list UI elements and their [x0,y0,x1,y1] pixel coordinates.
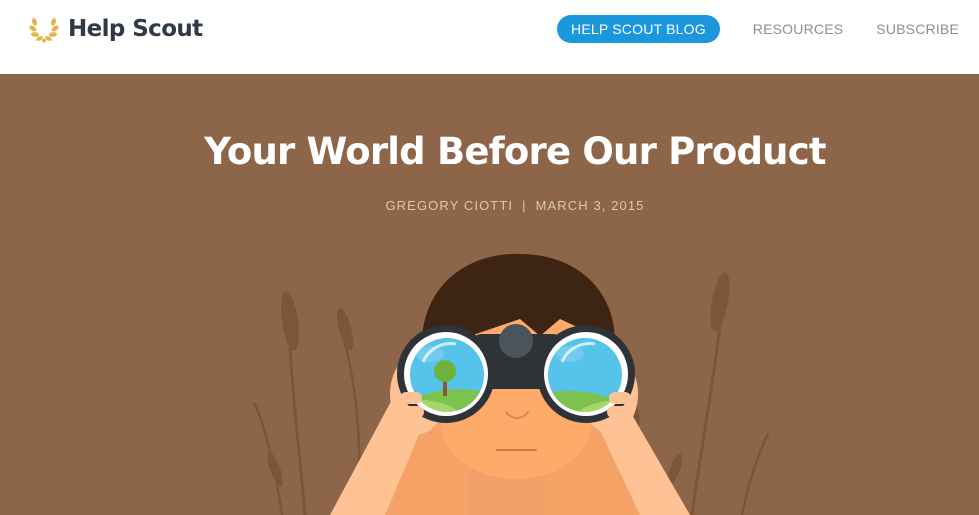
help-scout-logo[interactable]: Help Scout [28,12,203,46]
post-hero: Your World Before Our Product GREGORY CI… [0,74,979,515]
nav-subscribe[interactable]: SUBSCRIBE [876,21,959,37]
nav-resources[interactable]: RESOURCES [753,21,843,37]
nav-help-scout-blog[interactable]: HELP SCOUT BLOG [557,15,720,43]
post-date: MARCH 3, 2015 [535,198,645,213]
laurel-wreath-icon [29,18,59,43]
logo-text: Help Scout [68,16,203,42]
main-nav: HELP SCOUT BLOG RESOURCES SUBSCRIBE [557,15,959,43]
author-link[interactable]: GREGORY CIOTTI [385,198,513,213]
byline-separator: | [522,198,527,213]
post-title: Your World Before Our Product [204,130,826,173]
post-byline: GREGORY CIOTTI | MARCH 3, 2015 [0,198,979,213]
top-navigation-bar: Help Scout HELP SCOUT BLOG RESOURCES SUB… [0,0,979,74]
